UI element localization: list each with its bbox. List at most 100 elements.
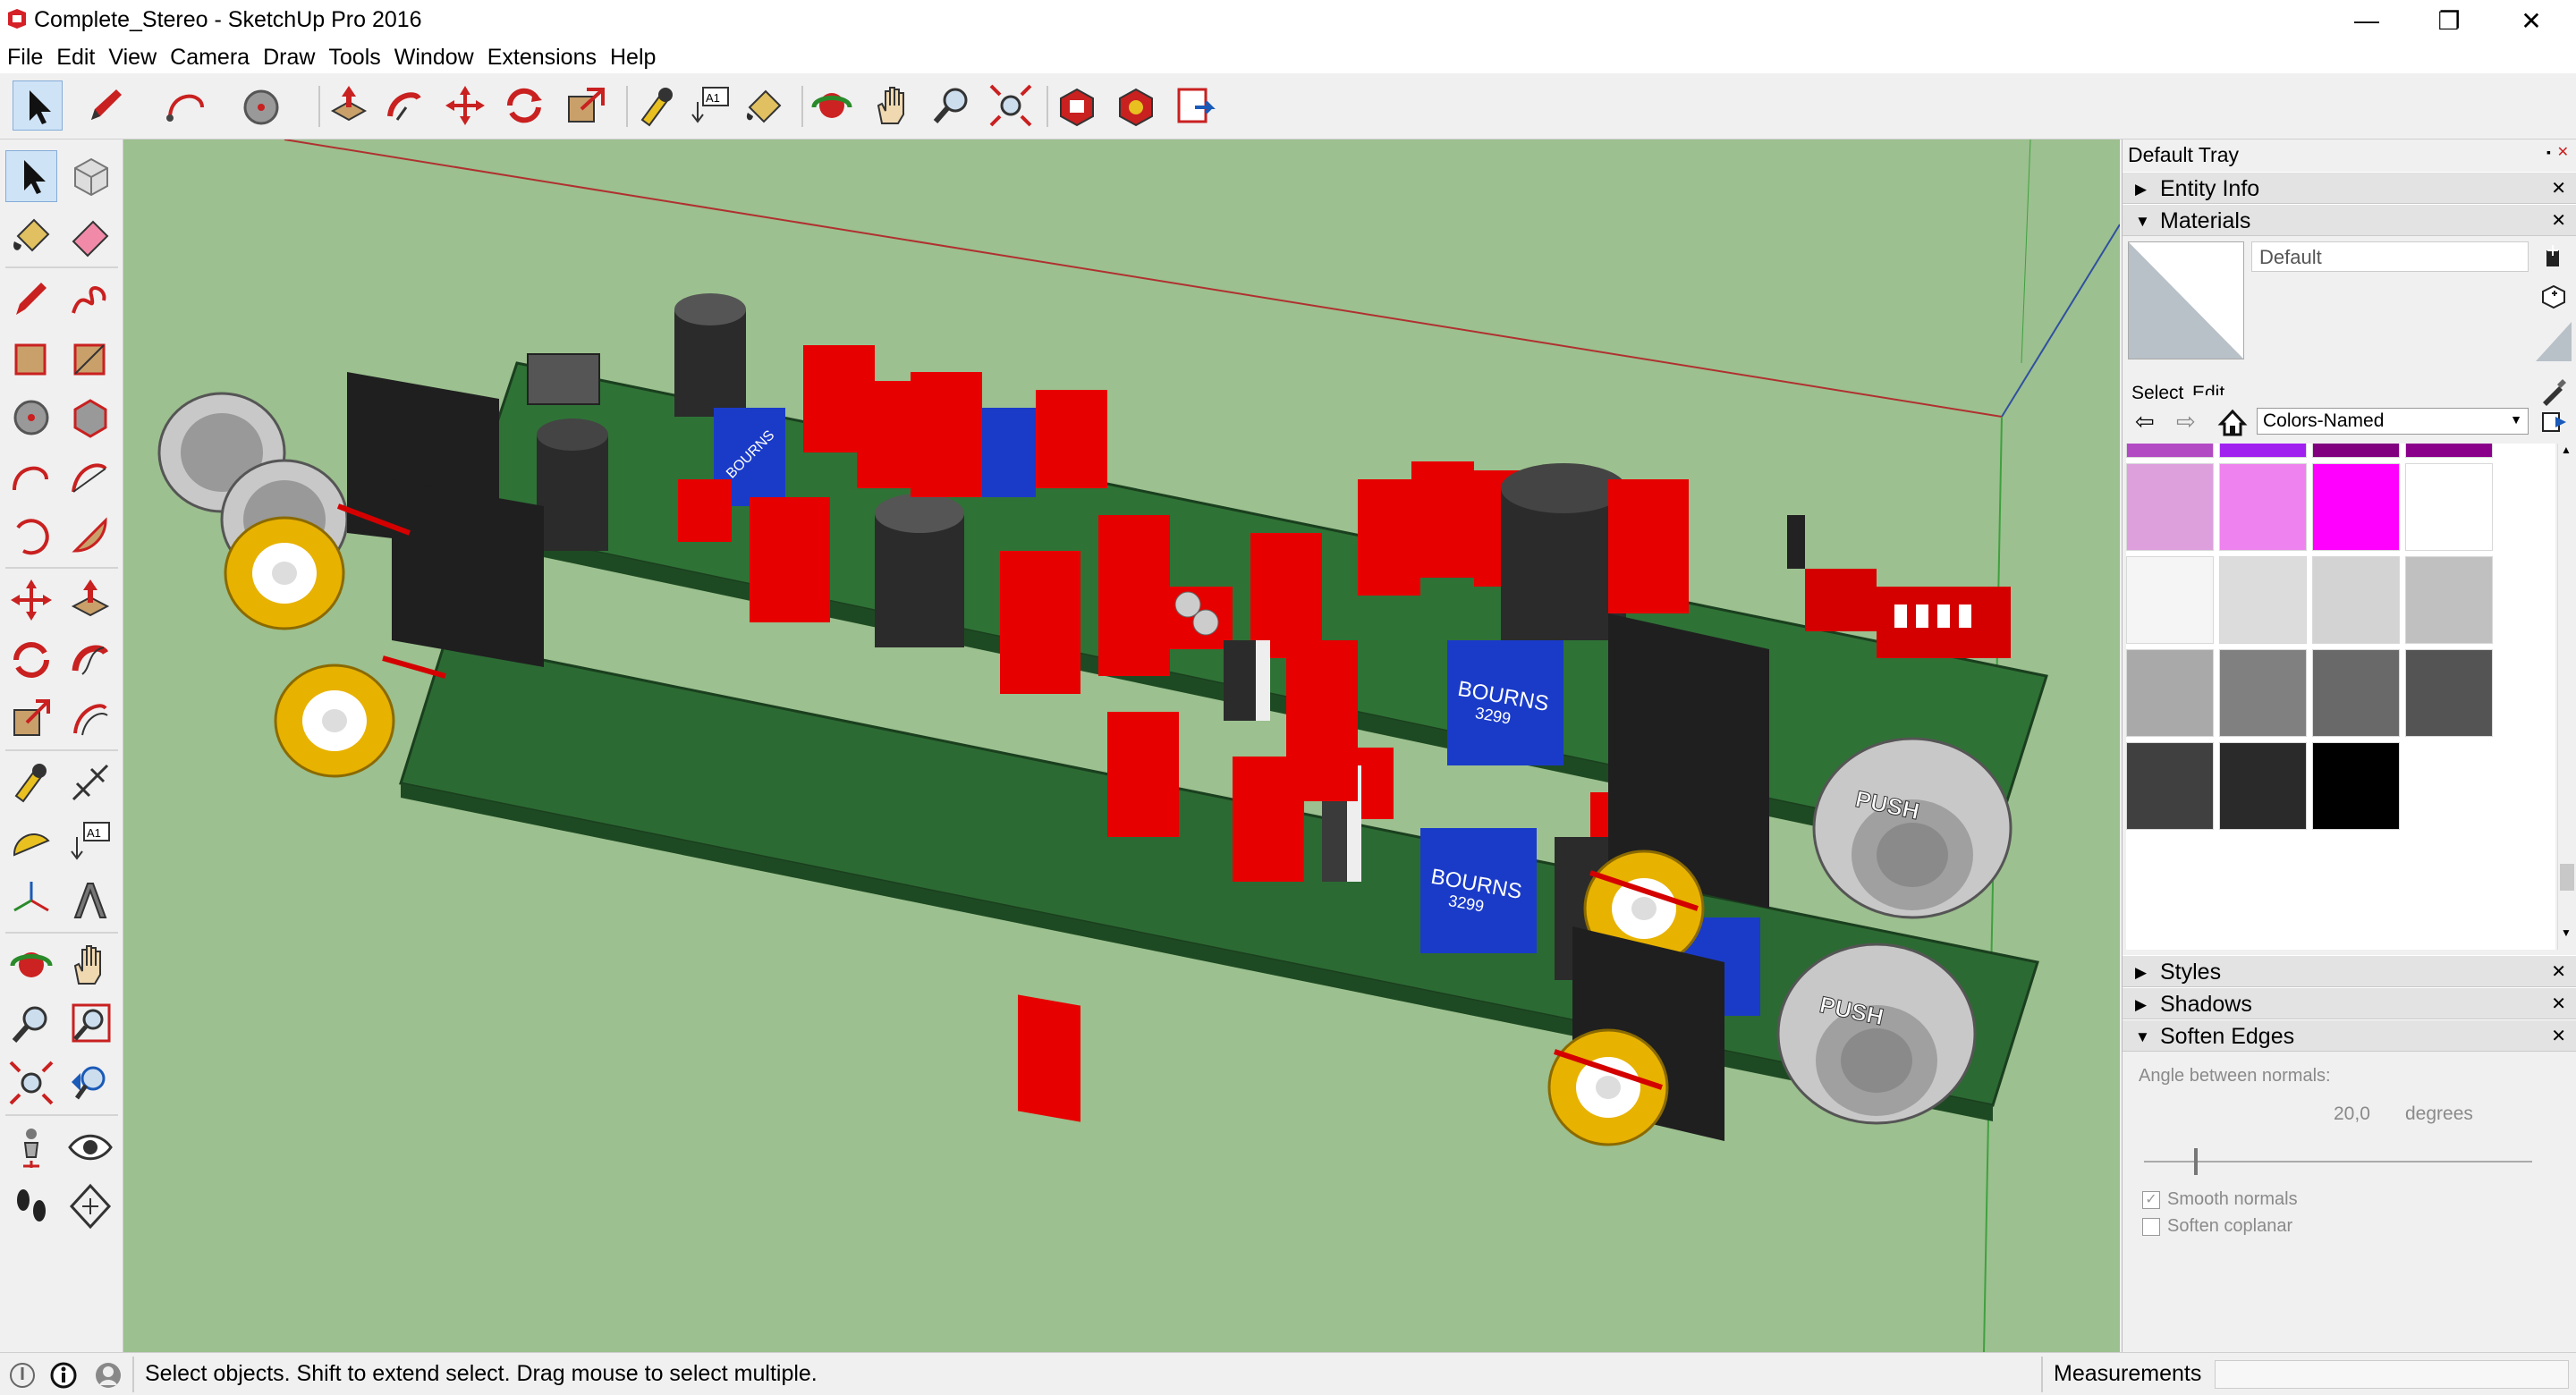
material-swatch[interactable] bbox=[2405, 463, 2493, 551]
section-plane-icon[interactable] bbox=[64, 1180, 116, 1232]
line-tool-icon[interactable] bbox=[5, 274, 57, 326]
angle-slider-thumb[interactable] bbox=[2194, 1148, 2198, 1175]
menu-draw[interactable]: Draw bbox=[256, 41, 321, 73]
info-icon[interactable] bbox=[48, 1360, 79, 1391]
zoom-extents-tool-icon[interactable] bbox=[5, 1057, 57, 1109]
text-tool-icon[interactable]: A1 bbox=[64, 816, 116, 867]
menu-help[interactable]: Help bbox=[603, 41, 662, 73]
select-tool-icon[interactable] bbox=[5, 150, 57, 202]
pcb-model-scene[interactable]: BOURNS BOURNS 3299 BOURNS 3299 PUSH PUSH bbox=[123, 140, 2120, 1352]
materials-close-icon[interactable]: ✕ bbox=[2551, 209, 2566, 232]
tray-close-icon[interactable]: ✕ bbox=[2557, 143, 2569, 161]
material-swatch[interactable] bbox=[2126, 444, 2214, 458]
dimension-tool-icon[interactable] bbox=[64, 757, 116, 808]
scroll-down-icon[interactable]: ▼ bbox=[2561, 926, 2572, 939]
menu-extensions[interactable]: Extensions bbox=[480, 41, 603, 73]
pencil-icon[interactable] bbox=[80, 80, 131, 131]
create-material-icon[interactable] bbox=[2539, 283, 2566, 309]
orbit-icon[interactable] bbox=[807, 80, 857, 131]
select-arrow-icon[interactable] bbox=[13, 80, 63, 131]
rectangle-tool-icon[interactable] bbox=[5, 333, 57, 385]
user-icon[interactable] bbox=[93, 1360, 123, 1391]
soften-edges-header[interactable]: ▼ Soften Edges ✕ bbox=[2123, 1019, 2576, 1052]
angle-slider-track[interactable] bbox=[2144, 1161, 2532, 1162]
material-swatch[interactable] bbox=[2219, 444, 2307, 458]
sample-paint-icon[interactable] bbox=[2539, 376, 2570, 406]
material-swatch[interactable] bbox=[2219, 556, 2307, 644]
menu-edit[interactable]: Edit bbox=[49, 41, 101, 73]
close-button[interactable]: ✕ bbox=[2490, 0, 2572, 41]
position-camera-icon[interactable] bbox=[5, 1121, 57, 1173]
default-material-icon[interactable] bbox=[2536, 322, 2572, 361]
library-select[interactable]: Colors-Named ▼ bbox=[2257, 408, 2529, 435]
menu-camera[interactable]: Camera bbox=[163, 41, 256, 73]
menu-tools[interactable]: Tools bbox=[321, 41, 386, 73]
look-around-icon[interactable] bbox=[64, 1121, 116, 1173]
back-arrow-icon[interactable]: ⇦ bbox=[2135, 408, 2162, 435]
polygon-tool-icon[interactable] bbox=[64, 392, 116, 444]
shadows-header[interactable]: ▶ Shadows ✕ bbox=[2123, 987, 2576, 1019]
3d-text-icon[interactable] bbox=[64, 875, 116, 926]
freehand-icon[interactable] bbox=[64, 274, 116, 326]
layout-send-icon[interactable] bbox=[1170, 80, 1220, 131]
material-swatch[interactable] bbox=[2312, 444, 2400, 458]
scroll-thumb[interactable] bbox=[2560, 864, 2574, 891]
orbit-tool-icon[interactable] bbox=[5, 939, 57, 991]
measurements-input[interactable] bbox=[2215, 1360, 2569, 1389]
push-pull-icon[interactable] bbox=[324, 80, 374, 131]
follow-me-tool-icon[interactable] bbox=[64, 633, 116, 685]
extension-warehouse-icon[interactable] bbox=[1111, 80, 1161, 131]
material-swatch[interactable] bbox=[2126, 463, 2214, 551]
paint-bucket-tool-icon[interactable] bbox=[5, 209, 57, 261]
tab-edit[interactable]: Edit bbox=[2192, 383, 2224, 395]
material-swatch[interactable] bbox=[2126, 742, 2214, 830]
walk-icon[interactable] bbox=[5, 1180, 57, 1232]
previous-view-icon[interactable] bbox=[64, 1057, 116, 1109]
model-viewport[interactable]: BOURNS BOURNS 3299 BOURNS 3299 PUSH PUSH bbox=[123, 140, 2120, 1352]
make-component-icon[interactable] bbox=[64, 150, 116, 202]
text-icon[interactable]: A1 bbox=[685, 80, 735, 131]
paint-bucket-icon[interactable] bbox=[739, 80, 789, 131]
entity-info-header[interactable]: ▶ Entity Info ✕ bbox=[2123, 172, 2576, 204]
scale-tool-icon[interactable] bbox=[5, 692, 57, 744]
material-swatch[interactable] bbox=[2219, 649, 2307, 737]
shadows-close-icon[interactable]: ✕ bbox=[2551, 993, 2566, 1015]
menu-view[interactable]: View bbox=[101, 41, 163, 73]
tape-measure-tool-icon[interactable] bbox=[5, 757, 57, 808]
details-arrow-icon[interactable] bbox=[2539, 408, 2568, 436]
circle-icon[interactable] bbox=[236, 80, 286, 131]
tab-select[interactable]: Select bbox=[2131, 383, 2183, 404]
material-swatch[interactable] bbox=[2405, 649, 2493, 737]
zoom-tool-icon[interactable] bbox=[5, 998, 57, 1050]
tape-measure-icon[interactable] bbox=[631, 80, 682, 131]
zoom-window-icon[interactable] bbox=[64, 998, 116, 1050]
material-swatch[interactable] bbox=[2219, 463, 2307, 551]
material-swatch[interactable] bbox=[2312, 556, 2400, 644]
tray-pin-icon[interactable]: ▪ bbox=[2546, 145, 2551, 159]
material-swatch[interactable] bbox=[2312, 463, 2400, 551]
three-point-arc-icon[interactable] bbox=[5, 510, 57, 562]
materials-header[interactable]: ▼ Materials ✕ bbox=[2123, 204, 2576, 236]
material-swatch[interactable] bbox=[2219, 742, 2307, 830]
rotated-rectangle-icon[interactable] bbox=[64, 333, 116, 385]
soften-coplanar-checkbox[interactable] bbox=[2142, 1218, 2160, 1236]
move-icon[interactable] bbox=[440, 80, 490, 131]
axes-tool-icon[interactable] bbox=[5, 875, 57, 926]
material-swatch[interactable] bbox=[2126, 649, 2214, 737]
zoom-extents-icon[interactable] bbox=[986, 80, 1036, 131]
material-swatch[interactable] bbox=[2312, 742, 2400, 830]
material-swatch[interactable] bbox=[2126, 556, 2214, 644]
material-name-field[interactable]: Default bbox=[2251, 241, 2529, 272]
pan-icon[interactable] bbox=[868, 80, 918, 131]
menu-file[interactable]: File bbox=[0, 41, 49, 73]
eraser-icon[interactable] bbox=[64, 209, 116, 261]
arc-tool-icon[interactable] bbox=[5, 451, 57, 503]
home-icon[interactable] bbox=[2217, 408, 2248, 438]
entity-info-close-icon[interactable]: ✕ bbox=[2551, 177, 2566, 199]
material-swatch[interactable] bbox=[2405, 444, 2493, 458]
follow-me-icon[interactable] bbox=[379, 80, 429, 131]
maximize-button[interactable]: ❐ bbox=[2408, 0, 2490, 41]
geolocation-icon[interactable] bbox=[7, 1360, 38, 1391]
zoom-icon[interactable] bbox=[927, 80, 977, 131]
menu-window[interactable]: Window bbox=[387, 41, 480, 73]
